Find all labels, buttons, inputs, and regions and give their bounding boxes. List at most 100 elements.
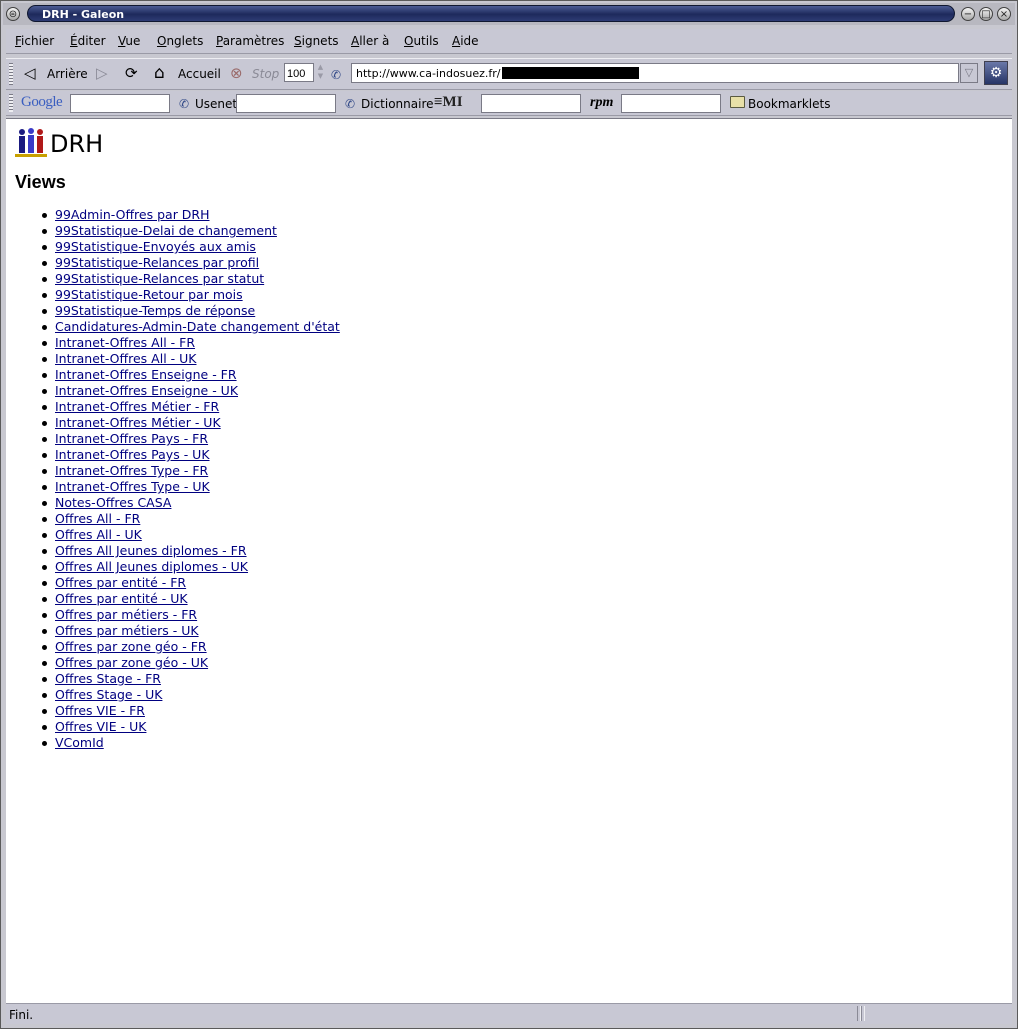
status-divider: [861, 1006, 865, 1021]
dictionary-label[interactable]: Dictionnaire: [361, 97, 434, 111]
view-link[interactable]: 99Statistique-Delai de changement: [55, 223, 277, 238]
emi-logo[interactable]: ≡MI: [434, 94, 463, 111]
zoom-down-icon[interactable]: ▼: [315, 72, 326, 81]
list-item: Offres par métiers - UK: [41, 623, 340, 639]
stop-button[interactable]: Stop: [252, 67, 279, 81]
view-link[interactable]: Intranet-Offres Pays - UK: [55, 447, 210, 462]
list-item: Offres par zone géo - FR: [41, 639, 340, 655]
list-item: VComId: [41, 735, 340, 751]
emi-search-input[interactable]: [481, 94, 581, 113]
view-link[interactable]: Offres par zone géo - FR: [55, 639, 207, 654]
rpm-logo[interactable]: rpm: [590, 95, 613, 111]
view-link[interactable]: Intranet-Offres Pays - FR: [55, 431, 208, 446]
view-link[interactable]: Offres Stage - FR: [55, 671, 161, 686]
list-item: Offres VIE - FR: [41, 703, 340, 719]
list-item: 99Admin-Offres par DRH: [41, 207, 340, 223]
dictionary-icon[interactable]: ✆: [345, 97, 355, 111]
back-button[interactable]: Arrière: [47, 67, 88, 81]
url-text: http://www.ca-indosuez.fr/: [356, 67, 501, 80]
searchbar-grip[interactable]: [9, 94, 13, 112]
list-item: Offres All - UK: [41, 527, 340, 543]
menu-signets[interactable]: Signets: [294, 34, 339, 48]
url-field[interactable]: http://www.ca-indosuez.fr/: [351, 63, 959, 83]
menu-vue[interactable]: Vue: [118, 34, 140, 48]
browser-window: ⊜ DRH - Galeon − □ × Fichier Éditer Vue …: [0, 0, 1018, 1029]
view-link[interactable]: Intranet-Offres Enseigne - FR: [55, 367, 237, 382]
usenet-search-input[interactable]: [236, 94, 336, 113]
folder-icon[interactable]: [730, 96, 745, 108]
view-link[interactable]: 99Statistique-Relances par statut: [55, 271, 264, 286]
list-item: Offres par entité - FR: [41, 575, 340, 591]
reload-icon[interactable]: ⟳: [125, 65, 138, 81]
zoom-up-icon[interactable]: ▲: [315, 63, 326, 72]
view-link[interactable]: Intranet-Offres All - UK: [55, 351, 196, 366]
view-link[interactable]: Intranet-Offres All - FR: [55, 335, 195, 350]
menu-fichier[interactable]: Fichier: [15, 34, 54, 48]
view-link[interactable]: Intranet-Offres Type - FR: [55, 463, 208, 478]
bookmarklets-folder[interactable]: Bookmarklets: [748, 97, 830, 111]
view-link[interactable]: 99Statistique-Retour par mois: [55, 287, 243, 302]
usenet-icon[interactable]: ✆: [179, 97, 189, 111]
view-link[interactable]: 99Statistique-Temps de réponse: [55, 303, 255, 318]
menu-bar: Fichier Éditer Vue Onglets Paramètres Si…: [6, 29, 1012, 54]
forward-icon[interactable]: ▷: [96, 65, 108, 81]
menu-aide[interactable]: Aide: [452, 34, 479, 48]
view-link[interactable]: Offres par entité - FR: [55, 575, 186, 590]
view-link[interactable]: 99Statistique-Relances par profil: [55, 255, 259, 270]
view-link[interactable]: Offres All Jeunes diplomes - UK: [55, 559, 248, 574]
usenet-label[interactable]: Usenet: [195, 97, 237, 111]
view-link[interactable]: Offres VIE - UK: [55, 719, 146, 734]
list-item: 99Statistique-Delai de changement: [41, 223, 340, 239]
toolbar-grip[interactable]: [9, 63, 13, 85]
list-item: Intranet-Offres Type - FR: [41, 463, 340, 479]
search-toolbar: Google ✆ Usenet ✆ Dictionnaire ≡MI rpm B…: [6, 91, 1012, 116]
view-link[interactable]: Intranet-Offres Enseigne - UK: [55, 383, 238, 398]
view-link[interactable]: Intranet-Offres Métier - FR: [55, 399, 219, 414]
view-link[interactable]: Offres VIE - FR: [55, 703, 145, 718]
list-item: Offres par zone géo - UK: [41, 655, 340, 671]
view-link[interactable]: 99Statistique-Envoyés aux amis: [55, 239, 256, 254]
view-link[interactable]: Candidatures-Admin-Date changement d'éta…: [55, 319, 340, 334]
view-link[interactable]: Offres All - FR: [55, 511, 140, 526]
menu-onglets[interactable]: Onglets: [157, 34, 203, 48]
stop-icon[interactable]: ⊗: [230, 65, 243, 81]
view-link[interactable]: Offres par métiers - FR: [55, 607, 197, 622]
url-dropdown-icon[interactable]: ▽: [960, 63, 978, 83]
view-link[interactable]: Offres All Jeunes diplomes - FR: [55, 543, 247, 558]
view-link[interactable]: Notes-Offres CASA: [55, 495, 171, 510]
view-link[interactable]: Offres Stage - UK: [55, 687, 162, 702]
home-button[interactable]: Accueil: [178, 67, 221, 81]
google-logo[interactable]: Google: [21, 94, 63, 111]
view-link[interactable]: Offres par métiers - UK: [55, 623, 199, 638]
view-link[interactable]: VComId: [55, 735, 104, 750]
menu-aller-a[interactable]: Aller à: [351, 34, 389, 48]
rpm-search-input[interactable]: [621, 94, 721, 113]
title-bar[interactable]: ⊜ DRH - Galeon − □ ×: [3, 3, 1015, 25]
menu-parametres[interactable]: Paramètres: [216, 34, 284, 48]
list-item: 99Statistique-Retour par mois: [41, 287, 340, 303]
url-site-icon[interactable]: ✆: [331, 67, 341, 83]
close-icon[interactable]: ×: [997, 7, 1011, 21]
menu-editer[interactable]: Éditer: [70, 34, 106, 48]
views-list: 99Admin-Offres par DRH 99Statistique-Dela…: [41, 207, 340, 751]
throbber-icon: ⚙: [984, 61, 1008, 85]
list-item: Intranet-Offres Pays - UK: [41, 447, 340, 463]
view-link[interactable]: Intranet-Offres Type - UK: [55, 479, 210, 494]
zoom-input[interactable]: [284, 63, 314, 82]
zoom-spinner[interactable]: ▲ ▼: [315, 63, 326, 82]
list-item: 99Statistique-Envoyés aux amis: [41, 239, 340, 255]
maximize-icon[interactable]: □: [979, 7, 993, 21]
view-link[interactable]: Offres par zone géo - UK: [55, 655, 208, 670]
view-link[interactable]: Offres All - UK: [55, 527, 142, 542]
back-icon[interactable]: ◁: [24, 65, 36, 81]
window-menu-icon[interactable]: ⊜: [6, 7, 20, 21]
menu-outils[interactable]: Outils: [404, 34, 439, 48]
list-item: Candidatures-Admin-Date changement d'éta…: [41, 319, 340, 335]
minimize-icon[interactable]: −: [961, 7, 975, 21]
view-link[interactable]: 99Admin-Offres par DRH: [55, 207, 210, 222]
home-icon[interactable]: ⌂: [154, 65, 165, 82]
list-item: Intranet-Offres All - FR: [41, 335, 340, 351]
google-search-input[interactable]: [70, 94, 170, 113]
view-link[interactable]: Offres par entité - UK: [55, 591, 188, 606]
view-link[interactable]: Intranet-Offres Métier - UK: [55, 415, 221, 430]
